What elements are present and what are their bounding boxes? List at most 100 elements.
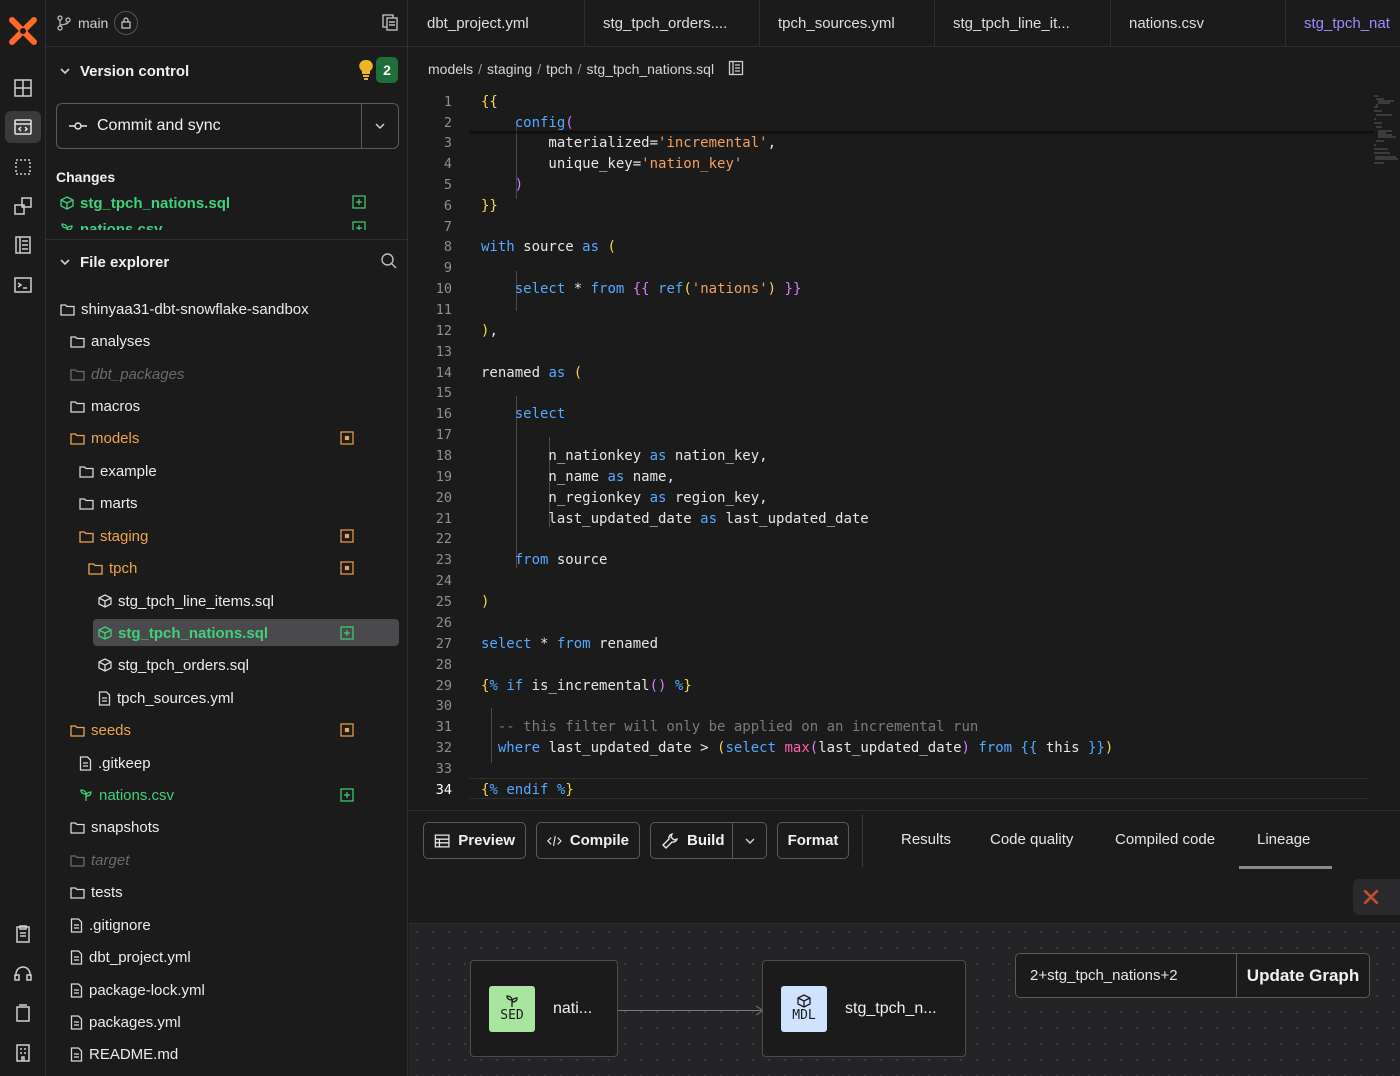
tree-file[interactable]: README.md	[46, 1040, 408, 1068]
tree-file[interactable]: dbt_project.yml	[46, 943, 408, 971]
code-editor[interactable]: 1 2 3 4 5 6 7 8 9 10 11 12 13 14 15 16 17 18 19 20 21 22 23 24 2…	[409, 91, 1400, 810]
preview-label: Preview	[458, 832, 515, 849]
tree-folder[interactable]: macros	[46, 392, 408, 420]
lineage-graph[interactable]: SED nati... MDL stg_tpch_n... 2+stg_tpch…	[409, 923, 1400, 1076]
added-status-icon	[340, 788, 354, 802]
tree-item-label: tpch_sources.yml	[117, 689, 234, 707]
line-number: 34	[435, 782, 452, 798]
folder-icon	[70, 335, 85, 348]
chevron-down-icon	[745, 837, 755, 844]
sidebar: main Version control 2 Commit and sync C…	[46, 0, 408, 1076]
tree-item-label: models	[91, 429, 140, 447]
chevron-down-icon	[60, 259, 70, 266]
lineage-node-model[interactable]: MDL stg_tpch_n...	[762, 960, 966, 1057]
tree-file[interactable]: stg_tpch_nations.sql	[46, 619, 408, 647]
minimap[interactable]	[1372, 93, 1398, 173]
file-explorer-header[interactable]: File explorer	[46, 248, 408, 276]
tab-code-quality[interactable]: Code quality	[990, 831, 1073, 848]
tree-item-label: seeds	[91, 721, 132, 739]
tree-item-label: example	[100, 462, 157, 480]
branch-selector[interactable]: main	[46, 0, 408, 47]
tree-file[interactable]: packages.yml	[46, 1008, 408, 1036]
tab-results[interactable]: Results	[901, 831, 951, 848]
change-item[interactable]: nations.csv	[60, 218, 366, 230]
model-badge: MDL	[781, 985, 827, 1032]
deploy-icon[interactable]	[5, 190, 41, 222]
tab-compiled-code[interactable]: Compiled code	[1115, 831, 1215, 848]
tree-folder[interactable]: shinyaa31-dbt-snowflake-sandbox	[46, 295, 408, 323]
tab-lineage[interactable]: Lineage	[1257, 831, 1310, 848]
tab-nations-csv[interactable]: nations.csv	[1111, 0, 1286, 46]
build-options-dropdown[interactable]	[733, 823, 767, 858]
tree-folder[interactable]: analyses	[46, 327, 408, 355]
breadcrumb-item[interactable]: staging	[487, 61, 532, 77]
tree-folder[interactable]: marts	[46, 489, 408, 517]
tree-folder[interactable]: target	[46, 846, 408, 874]
breadcrumb-item[interactable]: models	[428, 61, 473, 77]
tree-file[interactable]: .gitkeep	[46, 749, 408, 777]
modified-status-icon	[340, 723, 354, 737]
format-button[interactable]: Format	[777, 822, 849, 859]
node-name: stg_tpch_n...	[845, 999, 937, 1017]
account-building-icon[interactable]	[5, 1037, 41, 1069]
line-number: 33	[435, 761, 452, 777]
copy-icon[interactable]	[380, 12, 400, 36]
tree-folder[interactable]: models	[46, 424, 408, 452]
dbt-logo-icon[interactable]	[5, 13, 41, 49]
breadcrumb-item[interactable]: tpch	[546, 61, 572, 77]
dashboard-icon[interactable]	[5, 72, 41, 104]
tree-folder[interactable]: tests	[46, 878, 408, 906]
update-graph-button[interactable]: Update Graph	[1237, 954, 1369, 997]
tree-file[interactable]: stg_tpch_line_items.sql	[46, 587, 408, 615]
commit-and-sync-button[interactable]: Commit and sync	[56, 103, 399, 149]
tree-folder[interactable]: tpch	[46, 554, 408, 582]
support-headset-icon[interactable]	[5, 958, 41, 990]
graph-selector-input[interactable]: 2+stg_tpch_nations+2	[1016, 954, 1237, 997]
line-number: 5	[443, 177, 452, 193]
tree-folder[interactable]: staging	[46, 522, 408, 550]
graph-selector: 2+stg_tpch_nations+2 Update Graph	[1015, 953, 1370, 998]
build-button[interactable]: Build	[650, 822, 767, 859]
suggestions-badge[interactable]: 2	[358, 57, 398, 83]
commit-main-action[interactable]: Commit and sync	[57, 104, 362, 148]
tree-item-label: dbt_project.yml	[89, 948, 191, 966]
tree-folder[interactable]: seeds	[46, 716, 408, 744]
docs-icon[interactable]	[5, 918, 41, 950]
tree-item-label: snapshots	[91, 818, 160, 836]
catalog-icon[interactable]	[5, 229, 41, 261]
tree-folder[interactable]: dbt_packages	[46, 360, 408, 388]
tab-stg-tpch-line-items[interactable]: stg_tpch_line_it...	[935, 0, 1111, 46]
search-icon[interactable]	[380, 252, 398, 274]
tree-file[interactable]: .gitignore	[46, 911, 408, 939]
line-number: 9	[443, 260, 452, 276]
line-number: 8	[443, 239, 452, 255]
compile-button[interactable]: Compile	[536, 822, 640, 859]
tree-folder[interactable]: example	[46, 457, 408, 485]
tree-file[interactable]: stg_tpch_orders.sql	[46, 651, 408, 679]
git-branch-icon	[57, 15, 71, 31]
breadcrumb-item[interactable]: stg_tpch_nations.sql	[586, 61, 714, 77]
terminal-icon[interactable]	[5, 269, 41, 301]
model-cube-icon	[60, 196, 74, 210]
preview-button[interactable]: Preview	[423, 822, 526, 859]
tab-stg-tpch-orders[interactable]: stg_tpch_orders....	[585, 0, 760, 46]
dbt-copilot-button[interactable]	[1353, 879, 1400, 915]
tab-dbt-project-yml[interactable]: dbt_project.yml	[409, 0, 585, 46]
changes-list: stg_tpch_nations.sql nations.csv	[46, 190, 408, 230]
change-item[interactable]: stg_tpch_nations.sql	[60, 192, 366, 214]
develop-ide-icon[interactable]	[5, 111, 41, 143]
tree-file[interactable]: tpch_sources.yml	[46, 684, 408, 712]
tree-file[interactable]: package-lock.yml	[46, 976, 408, 1004]
documentation-icon[interactable]	[728, 60, 744, 79]
tree-folder[interactable]: snapshots	[46, 813, 408, 841]
tab-tpch-sources-yml[interactable]: tpch_sources.yml	[760, 0, 935, 46]
tree-file[interactable]: nations.csv	[46, 781, 408, 809]
notebook-icon[interactable]	[5, 997, 41, 1029]
lineage-node-seed[interactable]: SED nati...	[470, 960, 618, 1057]
file-icon	[70, 917, 83, 933]
file-icon	[70, 949, 83, 965]
explore-icon[interactable]	[5, 151, 41, 183]
tab-stg-tpch-nations[interactable]: stg_tpch_nat	[1286, 0, 1400, 46]
version-control-header[interactable]: Version control 2	[46, 55, 408, 87]
commit-options-dropdown[interactable]	[362, 104, 398, 148]
